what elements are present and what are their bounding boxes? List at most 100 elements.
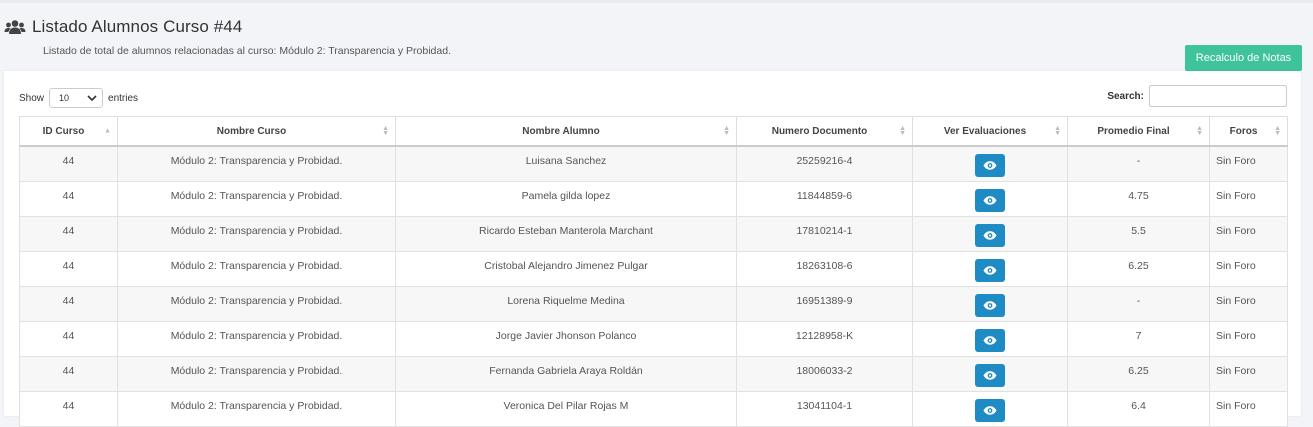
cell-promedio-final: 6.25 <box>1067 250 1210 287</box>
entries-select[interactable]: 10 <box>49 88 104 108</box>
top-bar <box>0 0 1313 3</box>
cell-ver-evaluaciones <box>912 250 1068 287</box>
column-header-label: Nombre Curso <box>216 125 287 137</box>
cell-foros: Sin Foro <box>1209 285 1288 322</box>
cell-foros: Sin Foro <box>1209 215 1288 252</box>
users-icon <box>4 19 26 35</box>
entries-label: entries <box>108 92 139 104</box>
cell-foros: Sin Foro <box>1209 320 1288 357</box>
entries-value: 10 <box>59 93 70 103</box>
ver-evaluaciones-button[interactable] <box>975 398 1005 422</box>
cell-promedio-final: 7 <box>1067 320 1210 357</box>
cell-nombre-curso: Módulo 2: Transparencia y Probidad. <box>117 320 396 357</box>
table-row: 44 Módulo 2: Transparencia y Probidad. Ric… <box>19 215 1288 252</box>
page-subtitle: Listado de total de alumnos relacionadas… <box>43 45 451 57</box>
search-input[interactable] <box>1149 85 1287 107</box>
table-row: 44 Módulo 2: Transparencia y Probidad. Fer… <box>19 355 1288 392</box>
column-header-label: ID Curso <box>42 125 85 137</box>
eye-icon <box>983 370 997 380</box>
ver-evaluaciones-button[interactable] <box>975 258 1005 282</box>
column-header-label: Nombre Alumno <box>522 125 600 137</box>
cell-nombre-curso: Módulo 2: Transparencia y Probidad. <box>117 180 396 217</box>
eye-icon <box>983 405 997 415</box>
column-header[interactable]: Nombre Alumno ▲ ▼ <box>395 116 737 147</box>
table-row: 44 Módulo 2: Transparencia y Probidad. Lor… <box>19 285 1288 322</box>
chevron-down-icon <box>87 95 97 102</box>
column-header-label: Ver Evaluaciones <box>943 125 1027 137</box>
cell-nombre-curso: Módulo 2: Transparencia y Probidad. <box>117 285 396 322</box>
cell-ver-evaluaciones <box>912 180 1068 217</box>
ver-evaluaciones-button[interactable] <box>975 188 1005 212</box>
table-row: 44 Módulo 2: Transparencia y Probidad. Lui… <box>19 145 1288 182</box>
sort-both-icon: ▲ ▼ <box>899 125 906 137</box>
cell-ver-evaluaciones <box>912 320 1068 357</box>
column-header[interactable]: Promedio Final ▲ ▼ <box>1067 116 1210 147</box>
cell-numero-documento: 18006033-2 <box>736 355 913 392</box>
cell-id-curso: 44 <box>19 320 118 357</box>
cell-ver-evaluaciones <box>912 285 1068 322</box>
eye-icon <box>983 230 997 240</box>
show-label: Show <box>19 92 45 104</box>
column-header-label: Foros <box>1229 125 1258 137</box>
cell-nombre-alumno: Lorena Riquelme Medina <box>395 285 737 322</box>
sort-both-icon: ▲ ▼ <box>723 125 730 137</box>
page-heading: Listado Alumnos Curso #44 <box>32 17 243 36</box>
cell-nombre-alumno: Fernanda Gabriela Araya Roldán <box>395 355 737 392</box>
table-card: Show 10 entries Search: ID Curso ▲ Nombre … <box>4 71 1301 427</box>
cell-nombre-alumno: Luisana Sanchez <box>395 145 737 182</box>
cell-foros: Sin Foro <box>1209 180 1288 217</box>
cell-foros: Sin Foro <box>1209 145 1288 182</box>
cell-numero-documento: 25259216-4 <box>736 145 913 182</box>
cell-id-curso: 44 <box>19 180 118 217</box>
sort-both-icon: ▲ ▼ <box>382 125 389 137</box>
ver-evaluaciones-button[interactable] <box>975 154 1005 177</box>
ver-evaluaciones-button[interactable] <box>975 223 1005 247</box>
cell-id-curso: 44 <box>19 250 118 287</box>
column-header[interactable]: ID Curso ▲ <box>19 116 118 147</box>
ver-evaluaciones-button[interactable] <box>975 293 1005 317</box>
cell-numero-documento: 12128958-K <box>736 320 913 357</box>
cell-ver-evaluaciones <box>912 355 1068 392</box>
ver-evaluaciones-button[interactable] <box>975 328 1005 352</box>
column-header-label: Numero Documento <box>771 125 868 137</box>
cell-nombre-curso: Módulo 2: Transparencia y Probidad. <box>117 355 396 392</box>
column-header[interactable]: Nombre Curso ▲ ▼ <box>117 116 396 147</box>
cell-foros: Sin Foro <box>1209 355 1288 392</box>
page-title: Listado Alumnos Curso #44 <box>4 17 242 37</box>
eye-icon <box>983 195 997 205</box>
cell-promedio-final: - <box>1067 145 1210 182</box>
table-header-row: ID Curso ▲ Nombre Curso ▲ ▼ Nombre Alumno ▲ ▼ Nu… <box>19 116 1288 147</box>
cell-nombre-alumno: Cristobal Alejandro Jimenez Pulgar <box>395 250 737 287</box>
cell-id-curso: 44 <box>19 145 118 182</box>
search-label: Search: <box>1107 90 1144 102</box>
cell-promedio-final: 6.25 <box>1067 355 1210 392</box>
cell-numero-documento: 18263108-6 <box>736 250 913 287</box>
table-row: 44 Módulo 2: Transparencia y Probidad. Jor… <box>19 320 1288 357</box>
table-body: 44 Módulo 2: Transparencia y Probidad. Lui… <box>19 145 1288 427</box>
cell-nombre-alumno: Ricardo Esteban Manterola Marchant <box>395 215 737 252</box>
eye-icon <box>983 161 997 170</box>
column-header-label: Promedio Final <box>1097 125 1170 137</box>
cell-numero-documento: 17810214-1 <box>736 215 913 252</box>
sort-both-icon: ▲ ▼ <box>1054 125 1061 137</box>
length-control: Show 10 entries <box>19 88 138 108</box>
cell-numero-documento: 16951389-9 <box>736 285 913 322</box>
sort-both-icon: ▲ ▼ <box>1196 125 1203 137</box>
cell-numero-documento: 11844859-6 <box>736 180 913 217</box>
cell-nombre-alumno: Jorge Javier Jhonson Polanco <box>395 320 737 357</box>
cell-id-curso: 44 <box>19 215 118 252</box>
eye-icon <box>983 300 997 310</box>
recalc-notas-button[interactable]: Recalculo de Notas <box>1185 45 1302 71</box>
students-table: ID Curso ▲ Nombre Curso ▲ ▼ Nombre Alumno ▲ ▼ Nu… <box>19 116 1288 427</box>
cell-promedio-final: 4.75 <box>1067 180 1210 217</box>
table-row: 44 Módulo 2: Transparencia y Probidad. Pam… <box>19 180 1288 217</box>
ver-evaluaciones-button[interactable] <box>975 363 1005 387</box>
column-header[interactable]: Numero Documento ▲ ▼ <box>736 116 913 147</box>
cell-promedio-final: 5.5 <box>1067 215 1210 252</box>
cell-promedio-final: - <box>1067 285 1210 322</box>
column-header[interactable]: Foros ▲ ▼ <box>1209 116 1288 147</box>
sort-both-icon: ▲ ▼ <box>1274 125 1281 137</box>
cell-foros: Sin Foro <box>1209 250 1288 287</box>
search-control: Search: <box>1107 85 1287 107</box>
column-header[interactable]: Ver Evaluaciones ▲ ▼ <box>912 116 1068 147</box>
